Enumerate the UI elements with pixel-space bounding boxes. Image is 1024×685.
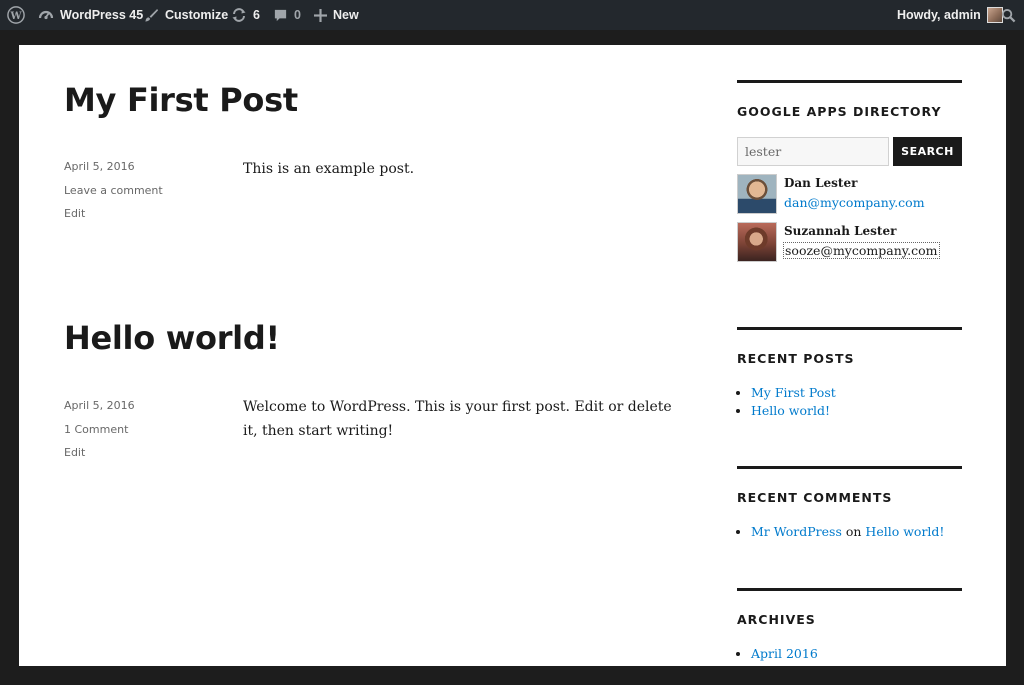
list-item: Mr WordPress on Hello world!	[751, 523, 962, 541]
search-icon	[1001, 8, 1016, 23]
new-label: New	[333, 8, 359, 22]
directory-search-button[interactable]: SEARCH	[893, 137, 962, 166]
site-page: My First Post April 5, 2016 Leave a comm…	[19, 45, 1006, 666]
directory-result: Dan Lester dan@mycompany.com	[737, 174, 962, 214]
account-menu[interactable]: Howdy, admin	[897, 0, 1003, 30]
post-comments-link[interactable]: 1 Comment	[64, 418, 135, 442]
customize-link[interactable]: Customize	[144, 0, 228, 30]
list-item: My First Post	[751, 384, 962, 402]
person-name: Dan Lester	[784, 176, 858, 190]
post-meta: April 5, 2016 1 Comment Edit	[64, 394, 135, 465]
person-photo	[737, 222, 777, 262]
new-content-menu[interactable]: New	[314, 0, 359, 30]
widget-title: RECENT COMMENTS	[737, 490, 893, 505]
archive-link[interactable]: April 2016	[751, 646, 818, 661]
post-date[interactable]: April 5, 2016	[64, 155, 163, 179]
recent-post-link[interactable]: My First Post	[751, 385, 836, 400]
directory-result: Suzannah Lester sooze@mycompany.com	[737, 222, 962, 262]
list-item: Hello world!	[751, 402, 962, 420]
site-name-label: WordPress 45	[60, 8, 144, 22]
customize-label: Customize	[165, 8, 229, 22]
google-apps-directory-widget: GOOGLE APPS DIRECTORY lester SEARCH Dan …	[737, 80, 962, 262]
person-email-link[interactable]: dan@mycompany.com	[784, 195, 925, 210]
plus-icon	[314, 8, 327, 22]
post-title[interactable]: Hello world!	[64, 319, 280, 357]
post-edit-link[interactable]: Edit	[64, 441, 135, 465]
post-title[interactable]: My First Post	[64, 81, 298, 119]
update-arrows-icon	[231, 7, 247, 23]
comments-count: 0	[294, 8, 301, 22]
widget-title: ARCHIVES	[737, 612, 816, 627]
person-photo	[737, 174, 777, 214]
recent-posts-widget: RECENT POSTS My First Post Hello world!	[737, 327, 962, 420]
updates-link[interactable]: 6	[231, 0, 260, 30]
post-edit-link[interactable]: Edit	[64, 202, 163, 226]
recent-posts-list: My First Post Hello world!	[737, 384, 962, 420]
admin-bar: W WordPress 45 Customize 6 0 New Howdy, …	[0, 0, 1024, 30]
post-meta: April 5, 2016 Leave a comment Edit	[64, 155, 163, 226]
recent-post-link[interactable]: Hello world!	[751, 403, 830, 418]
list-item: April 2016	[751, 645, 962, 663]
directory-search-form: lester SEARCH	[737, 137, 962, 166]
recent-comments-widget: RECENT COMMENTS Mr WordPress on Hello wo…	[737, 466, 962, 541]
post-content: This is an example post.	[243, 161, 415, 177]
post-comments-link[interactable]: Leave a comment	[64, 179, 163, 203]
widget-title: GOOGLE APPS DIRECTORY	[737, 104, 942, 119]
comment-post-link[interactable]: Hello world!	[865, 524, 944, 539]
archives-widget: ARCHIVES April 2016	[737, 588, 962, 663]
updates-count: 6	[253, 8, 260, 22]
on-label: on	[845, 524, 862, 539]
person-name: Suzannah Lester	[784, 224, 897, 238]
widget-title: RECENT POSTS	[737, 351, 855, 366]
admin-search-button[interactable]	[1001, 0, 1016, 30]
dashboard-gauge-icon	[38, 7, 54, 23]
comment-bubble-icon	[273, 8, 288, 23]
archives-list: April 2016	[737, 645, 962, 663]
post-date[interactable]: April 5, 2016	[64, 394, 135, 418]
comments-link[interactable]: 0	[273, 0, 301, 30]
site-name-menu[interactable]: WordPress 45	[38, 0, 143, 30]
recent-comments-list: Mr WordPress on Hello world!	[737, 523, 962, 541]
post-content: Welcome to WordPress. This is your first…	[243, 399, 672, 439]
person-email-link[interactable]: sooze@mycompany.com	[783, 242, 940, 259]
paintbrush-icon	[144, 8, 159, 23]
wordpress-logo-icon: W	[7, 6, 25, 24]
wordpress-logo-menu[interactable]: W	[7, 0, 25, 30]
greeting-label: Howdy, admin	[897, 8, 981, 22]
directory-search-input[interactable]: lester	[737, 137, 889, 166]
svg-text:W: W	[9, 11, 22, 22]
comment-author-link[interactable]: Mr WordPress	[751, 524, 842, 539]
